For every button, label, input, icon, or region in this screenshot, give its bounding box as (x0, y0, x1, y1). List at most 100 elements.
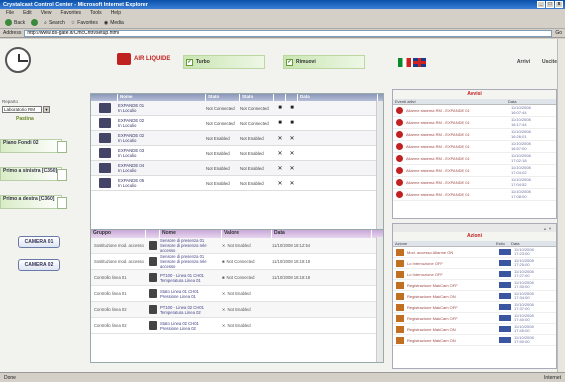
window-titlebar: Crystalcast Control Center - Microsoft I… (0, 0, 565, 9)
actions-list: Mod. accesso Allarme ON 11/10/2008 17:23:… (393, 247, 556, 346)
menu-help[interactable]: Help (111, 10, 121, 16)
list-item[interactable]: Allarme sistema RM - EXPANDE 01 11/10/200… (393, 177, 556, 189)
page-scrollbar[interactable] (557, 39, 565, 372)
events-scrollbar[interactable] (376, 237, 383, 362)
tab-turbo[interactable]: ✓ Turbo (183, 55, 265, 69)
event-date: 11/10/2008 18:12:54 (272, 243, 311, 248)
nav-label: Primo a sinistra [C350] (3, 168, 58, 174)
table-row[interactable]: Controllo linea 01 PT100 - Linea 01 CH01 … (91, 270, 383, 286)
action-icon (396, 303, 404, 311)
event-value: ✕ Not Enabled (222, 243, 272, 248)
reparto-select[interactable]: Laboratorio RM ▼ (2, 106, 80, 113)
event-value: ■ Not Connected (222, 275, 272, 280)
table-row[interactable]: EXPANDE 02 In Loculio Not Connected Not Co… (91, 116, 383, 131)
go-button[interactable]: Go (555, 30, 562, 36)
list-item[interactable]: Mod. accesso Allarme ON 11/10/2008 17:23:… (393, 247, 556, 258)
list-item[interactable]: Allarme sistema RM - EXPANDE 01 11/10/200… (393, 165, 556, 177)
list-item[interactable]: Registrazione MakCam OFF 11/10/2008 17:30… (393, 280, 556, 291)
alarm-timestamp: 11/10/2008 16:26:01 (511, 129, 531, 139)
list-item[interactable]: Registrazione MakCam ON 11/10/2008 17:50:… (393, 335, 556, 346)
camera-02-button[interactable]: CAMERA 02 (18, 259, 60, 271)
devices-table-header: Nome Stato Stato Data (91, 94, 383, 101)
address-input[interactable] (24, 29, 553, 37)
device-status-2: Not Enabled (240, 135, 264, 141)
language-bar: Arrivi Uscite (398, 53, 557, 71)
nav-label: Primo a destra [C360] (3, 196, 55, 202)
tab-turbo-label: Turbo (196, 59, 210, 65)
italian-flag-icon[interactable] (398, 57, 411, 67)
list-item[interactable]: Allarme sistema RM - EXPANDE 01 11/10/200… (393, 153, 556, 165)
list-item[interactable]: Registrazione MakCam ON 11/10/2008 17:45:… (393, 324, 556, 335)
status-icon: ■ (222, 259, 225, 264)
action-text: Registrazione MakCam ON (407, 326, 456, 332)
event-group: Controllo linea 02 (94, 323, 127, 328)
uscite-button[interactable]: Uscite (542, 59, 557, 65)
media-button[interactable]: ◉ Media (104, 20, 124, 26)
alarm-icon (396, 119, 403, 126)
chevron-down-icon[interactable]: ▼ (43, 106, 50, 113)
table-row[interactable]: EXPANDE 02 In Loculio Not Enabled Not Enab… (91, 131, 383, 146)
list-item[interactable]: Allarme sistema RM - EXPANDE 01 11/10/200… (393, 117, 556, 129)
menu-edit[interactable]: Edit (23, 10, 32, 16)
search-button[interactable]: ⌕ Search (44, 20, 65, 26)
list-item[interactable]: Registrazione MakCam ON 11/10/2008 17:34:… (393, 291, 556, 302)
action-timestamp: 11/10/2008 17:37:00 (514, 301, 534, 311)
alarm-text: Allarme sistema RM - EXPANDE 01 (406, 168, 470, 173)
action-text: Registrazione MakCam OFF (407, 315, 458, 321)
list-item[interactable]: Registrazione MakCam OFF 11/10/2008 17:40… (393, 313, 556, 324)
address-label: Address (3, 30, 22, 36)
table-row[interactable]: Sostituzione mod. accesso Sensore di pres… (91, 238, 383, 254)
camera-01-button[interactable]: CAMERA 01 (18, 236, 60, 248)
nav-primo-destra[interactable]: Primo a destra [C360] (0, 195, 67, 209)
action-timestamp: 11/10/2008 17:50:00 (514, 334, 534, 344)
menu-view[interactable]: View (41, 10, 52, 16)
status-icon: ✕ (222, 323, 226, 328)
table-row[interactable]: Controllo linea 02 Stato Linea 02 CH01 Pr… (91, 318, 383, 334)
list-item[interactable]: Lo Interruzione OFF 11/10/2008 17:27:00 (393, 269, 556, 280)
list-item[interactable]: Registrazione MakCam OFF 11/10/2008 17:37… (393, 302, 556, 313)
status-bar: Done Internet (0, 372, 565, 382)
actions-panel: ▲ ▼ Azioni Azione Esito Data Mod. access… (392, 223, 557, 369)
nav-label: Piano Fondi 02 (3, 140, 39, 146)
uk-flag-icon[interactable] (413, 57, 426, 67)
table-row[interactable]: Controllo linea 02 PT100 - Linea 02 CH01 … (91, 302, 383, 318)
status-text: Done (4, 374, 16, 381)
table-row[interactable]: Controllo linea 01 Stato Linea 01 CH01 Pr… (91, 286, 383, 302)
tab-rimuovi[interactable]: ✓ Rimuovi (283, 55, 365, 69)
menu-file[interactable]: File (6, 10, 14, 16)
status-icon: ■ (290, 120, 294, 126)
reparto-label: Reparto (2, 99, 19, 104)
list-item[interactable]: Allarme sistema RM - EXPANDE 01 11/10/200… (393, 105, 556, 117)
list-item[interactable]: Allarme sistema RM - EXPANDE 01 11/10/200… (393, 141, 556, 153)
menu-favorites[interactable]: Favorites (60, 10, 81, 16)
event-value-text: Not Enabled (227, 243, 251, 248)
nav-primo-sinistra[interactable]: Primo a sinistra [C350] (0, 167, 67, 181)
list-item[interactable]: Allarme sistema RM - EXPANDE 01 11/10/200… (393, 189, 556, 201)
nav-piano-fondi[interactable]: Piano Fondi 02 (0, 139, 67, 153)
event-date: 11/10/2008 18:18:18 (272, 275, 311, 280)
maximize-button[interactable]: □ (546, 1, 554, 8)
table-row[interactable]: EXPANDE 04 In Loculio Not Enabled Not Enab… (91, 161, 383, 176)
table-row[interactable]: EXPANDE 01 In Loculio Not Connected Not Co… (91, 101, 383, 116)
minimize-button[interactable]: _ (537, 1, 545, 8)
status-icon: ✕ (222, 243, 226, 248)
table-row[interactable]: EXPANDE 03 In Loculio Not Enabled Not Enab… (91, 146, 383, 161)
table-row[interactable]: Sostituzione mod. accesso Sensore di pres… (91, 254, 383, 270)
list-item[interactable]: Lo Interruzione OFF 11/10/2008 17:25:00 (393, 258, 556, 269)
favorites-button[interactable]: ☆ Favorites (71, 20, 98, 26)
close-button[interactable]: x (555, 1, 563, 8)
back-button[interactable]: Back (5, 19, 25, 26)
list-item[interactable]: Allarme sistema RM - EXPANDE 01 11/10/200… (393, 129, 556, 141)
action-timestamp: 11/10/2008 17:27:00 (514, 268, 534, 278)
menu-tools[interactable]: Tools (90, 10, 102, 16)
table-row[interactable]: EXPANDE 05 In Loculio Not Enabled Not Enab… (91, 176, 383, 191)
action-icon (396, 314, 404, 322)
window-controls: _ □ x (537, 1, 563, 8)
device-icon-cell (91, 133, 118, 143)
arrivi-button[interactable]: Arrivi (517, 59, 530, 65)
action-timestamp: 11/10/2008 17:45:00 (514, 323, 534, 333)
event-value-text: Not Connected (226, 275, 255, 280)
event-group: Controllo linea 01 (94, 275, 127, 280)
forward-button[interactable] (31, 19, 39, 26)
event-value-text: Not Enabled (227, 323, 251, 328)
